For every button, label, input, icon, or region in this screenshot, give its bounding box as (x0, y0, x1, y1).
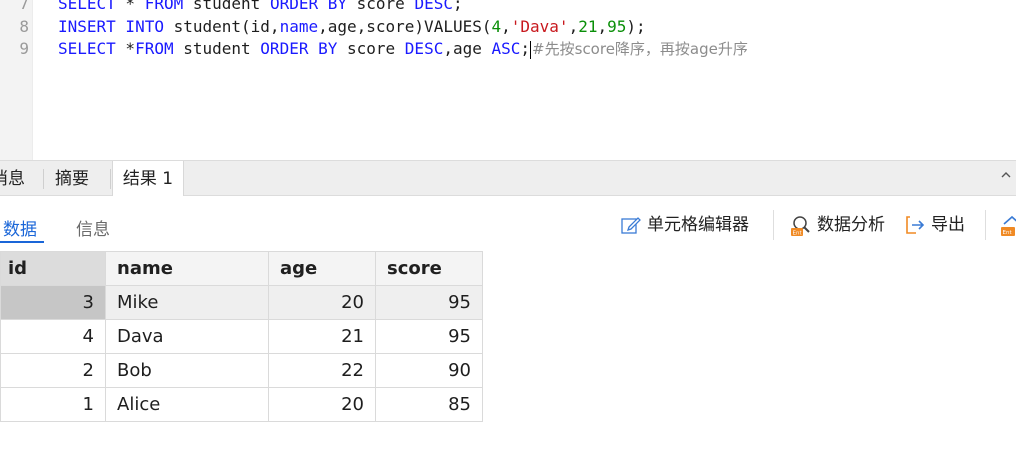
table-row[interactable]: 2 Bob 22 90 (0, 353, 483, 388)
code-token: SELECT (58, 0, 116, 13)
code-token: ; (520, 39, 531, 58)
result-toolbar: 数据 信息 单元格编辑器 Ent 数据分析 导出 Ent (0, 196, 1016, 254)
tab-divider (43, 169, 44, 189)
table-row[interactable]: 4 Dava 21 95 (0, 319, 483, 354)
code-text: SELECT * FROM student ORDER BY score DES… (58, 0, 463, 15)
code-line: 8 INSERT INTO student(id,name,age,score)V… (0, 16, 1016, 38)
tab-info[interactable]: 信息 (76, 215, 110, 240)
code-token: * (115, 0, 145, 13)
code-token: ORDER BY (269, 0, 347, 13)
grid-header-row: id name age score (0, 251, 483, 286)
cell-score[interactable]: 95 (375, 319, 483, 354)
tab-summary-label: 摘要 (55, 169, 89, 189)
code-token: ,age,score)VALUES( (318, 17, 492, 36)
code-token: ASC (491, 39, 521, 58)
line-number: 8 (19, 17, 29, 36)
cell-age[interactable]: 20 (268, 387, 376, 422)
code-token: 'Dava' (510, 17, 569, 36)
tab-messages[interactable]: 消息 (0, 161, 41, 196)
cell-name[interactable]: Bob (105, 353, 269, 388)
data-analysis-button[interactable]: 数据分析 (817, 212, 885, 238)
code-token: * (115, 39, 136, 58)
cell-age[interactable]: 21 (268, 319, 376, 354)
chevron-up-icon[interactable] (1000, 169, 1012, 185)
code-token: 先按score降序，再按age升序 (544, 40, 748, 58)
column-header-score[interactable]: score (375, 251, 483, 286)
cell-score[interactable]: 85 (375, 387, 483, 422)
cell-name[interactable]: Mike (105, 285, 269, 320)
code-token: name (279, 17, 319, 36)
tab-divider (110, 169, 111, 189)
code-token: student (173, 39, 261, 58)
tab-result-1-label: 结果 1 (122, 169, 174, 189)
cell-id[interactable]: 3 (0, 285, 106, 320)
svg-text:Ent: Ent (1003, 230, 1013, 236)
code-token: SELECT (58, 39, 116, 58)
tab-data[interactable]: 数据 (3, 215, 37, 240)
export-button[interactable]: 导出 (931, 212, 965, 238)
cell-age[interactable]: 20 (268, 285, 376, 320)
cell-score[interactable]: 90 (375, 353, 483, 388)
code-token: INSERT INTO (58, 17, 164, 36)
cell-name[interactable]: Dava (105, 319, 269, 354)
code-token: , (501, 17, 511, 36)
text-caret (530, 40, 532, 59)
cell-score[interactable]: 95 (375, 285, 483, 320)
cell-id[interactable]: 4 (0, 319, 106, 354)
code-token: 21 (578, 17, 598, 36)
column-header-id[interactable]: id (0, 251, 106, 286)
code-token: score (347, 0, 415, 13)
code-token: FROM (135, 39, 174, 58)
column-header-name[interactable]: name (105, 251, 269, 286)
code-token: score (337, 39, 405, 58)
line-number: 9 (19, 39, 29, 58)
code-token: FROM (144, 0, 184, 13)
cell-id[interactable]: 2 (0, 353, 106, 388)
cell-name[interactable]: Alice (105, 387, 269, 422)
table-row[interactable]: 1 Alice 20 85 (0, 387, 483, 422)
code-line: 7 SELECT * FROM student ORDER BY score DE… (0, 0, 1016, 15)
code-token: student(id, (163, 17, 280, 36)
result-grid[interactable]: id name age score 3 Mike 20 95 4 Dava 21 95 2 Bob 22 9… (0, 251, 483, 422)
code-token: ,age (443, 39, 492, 58)
code-token: , (568, 17, 579, 36)
tab-result-1[interactable]: 结果 1 (112, 161, 184, 197)
code-line: 9 SELECT *FROM student ORDER BY score DES… (0, 38, 1016, 60)
code-token: ); (626, 17, 646, 36)
code-token: student (183, 0, 270, 13)
cell-id[interactable]: 1 (0, 387, 106, 422)
line-number: 7 (19, 0, 29, 13)
code-token: 4 (491, 17, 502, 36)
enterprise-tool-icon[interactable]: Ent (1000, 214, 1016, 236)
cell-editor-button[interactable]: 单元格编辑器 (647, 212, 749, 238)
code-token: , (597, 17, 608, 36)
active-tab-indicator (0, 241, 44, 243)
tab-messages-label: 消息 (0, 169, 25, 189)
toolbar-divider (773, 210, 774, 240)
code-token: ; (452, 0, 463, 13)
data-analysis-icon: Ent (790, 214, 812, 237)
edit-pencil-icon (620, 214, 642, 236)
code-text: INSERT INTO student(id,name,age,score)VA… (58, 16, 646, 38)
code-token: # (532, 40, 545, 58)
export-icon (904, 214, 926, 236)
result-tab-bar: 消息 摘要 结果 1 (0, 160, 1016, 197)
tab-summary[interactable]: 摘要 (55, 161, 105, 196)
code-token: DESC (414, 0, 453, 13)
code-token: DESC (404, 39, 444, 58)
table-row[interactable]: 3 Mike 20 95 (0, 285, 483, 320)
column-header-age[interactable]: age (268, 251, 376, 286)
cell-age[interactable]: 22 (268, 353, 376, 388)
code-text: SELECT *FROM student ORDER BY score DESC… (58, 38, 748, 60)
toolbar-divider (985, 210, 986, 240)
code-token: ORDER BY (260, 39, 338, 58)
sql-editor[interactable]: 7 SELECT * FROM student ORDER BY score DE… (0, 0, 1016, 160)
svg-text:Ent: Ent (793, 231, 803, 237)
code-token: 95 (607, 17, 627, 36)
